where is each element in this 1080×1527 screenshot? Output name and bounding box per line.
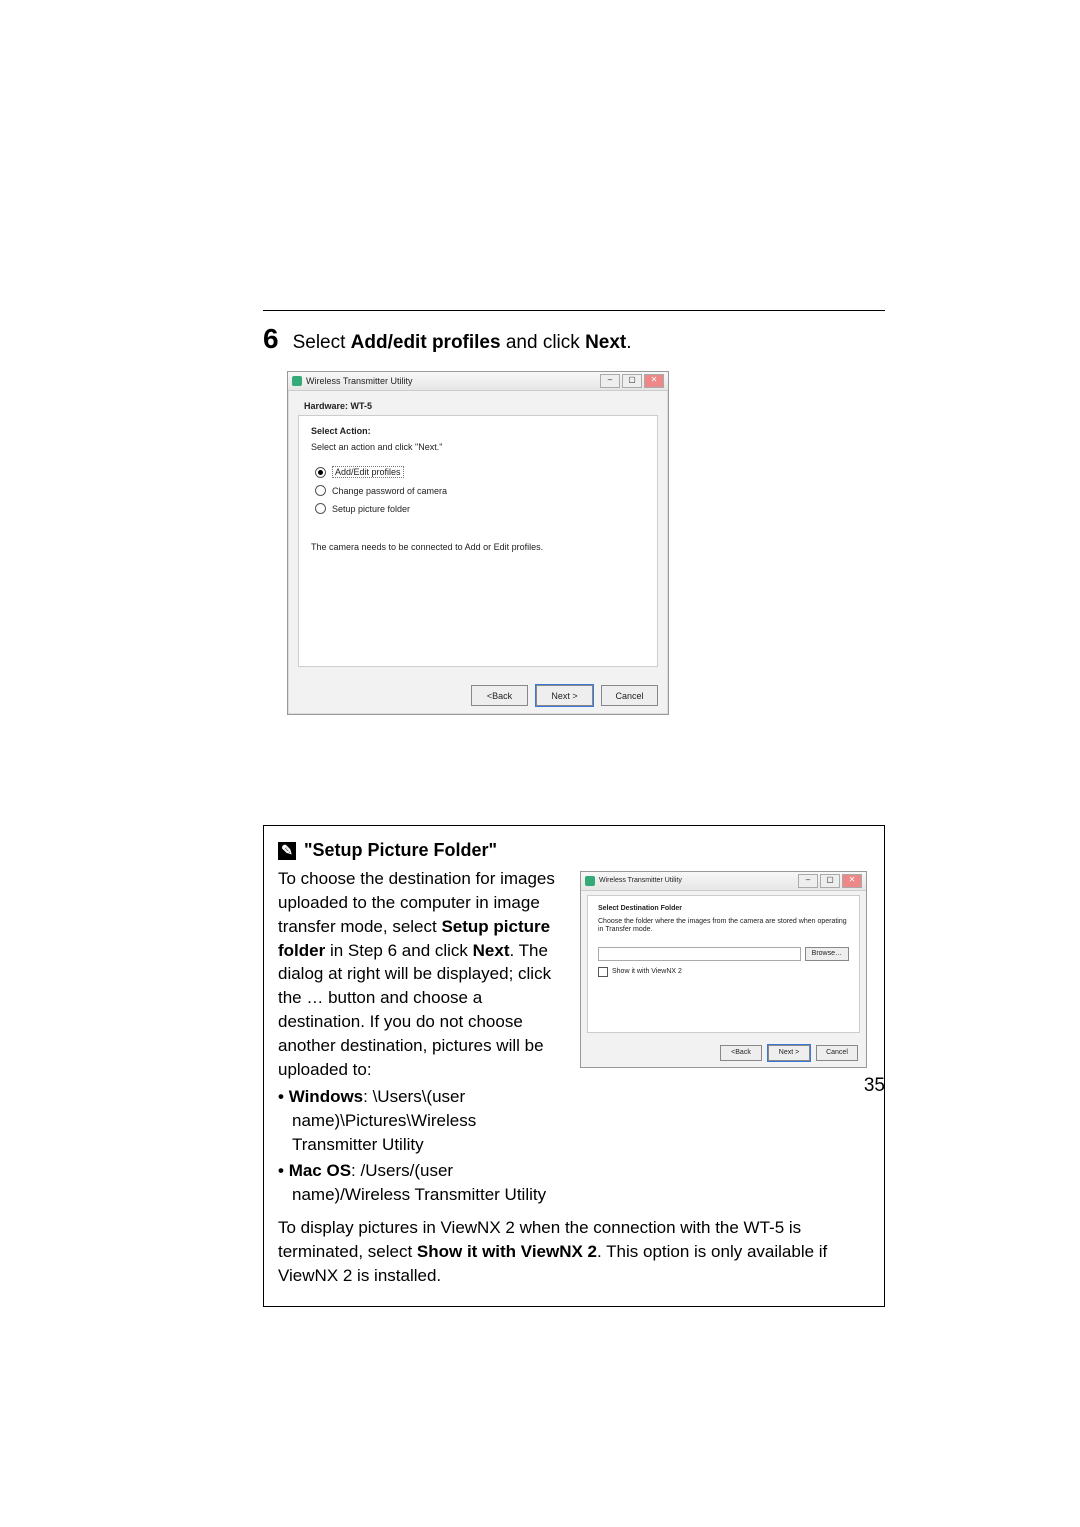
note-text-column: To choose the destination for images upl… (278, 867, 562, 1216)
radio-icon (315, 503, 326, 514)
browse-button[interactable]: Browse… (805, 947, 849, 961)
dialog-title: Wireless Transmitter Utility (599, 876, 682, 886)
back-button[interactable]: <Back (720, 1045, 762, 1061)
wizard-dialog-select-destination: Wireless Transmitter Utility – ▢ ✕ Selec… (580, 871, 867, 1068)
next-button[interactable]: Next > (536, 685, 593, 706)
minimize-button[interactable]: – (798, 874, 818, 888)
hardware-line: Hardware: WT-5 (298, 397, 658, 415)
action-radios: Add/Edit profiles Change password of cam… (315, 466, 645, 514)
next-button[interactable]: Next > (768, 1045, 810, 1061)
minimize-button[interactable]: – (600, 374, 620, 388)
dialog-title: Wireless Transmitter Utility (306, 376, 413, 386)
dialog-titlebar: Wireless Transmitter Utility – ▢ ✕ (288, 372, 668, 391)
radio-setup-picture-folder[interactable]: Setup picture folder (315, 503, 645, 514)
page-number: 35 (864, 1075, 885, 1097)
cancel-button[interactable]: Cancel (601, 685, 658, 706)
list-item-windows: Windows: \Users\(user name)\Pictures\Wir… (278, 1085, 562, 1156)
show-viewnx-checkbox[interactable]: Show it with ViewNX 2 (598, 967, 849, 977)
note-image-column: Wireless Transmitter Utility – ▢ ✕ Selec… (580, 867, 870, 1216)
destination-sub: Choose the folder where the images from … (598, 918, 849, 935)
radio-add-edit-profiles[interactable]: Add/Edit profiles (315, 466, 645, 478)
cancel-button[interactable]: Cancel (816, 1045, 858, 1061)
step-6-heading: 6 Select Add/edit profiles and click Nex… (263, 323, 885, 355)
wizard-dialog-select-action: Wireless Transmitter Utility – ▢ ✕ Hardw… (287, 371, 669, 715)
app-icon (292, 376, 302, 386)
select-action-heading: Select Action: (311, 426, 645, 436)
default-paths-list: Windows: \Users\(user name)\Pictures\Wir… (278, 1085, 562, 1206)
top-rule (263, 310, 885, 311)
step-text: Select Add/edit profiles and click Next. (293, 332, 632, 354)
connection-note: The camera needs to be connected to Add … (311, 542, 645, 552)
checkbox-icon (598, 967, 608, 977)
select-action-sub: Select an action and click "Next." (311, 442, 645, 452)
app-icon (585, 876, 595, 886)
list-item-macos: Mac OS: /Users/(user name)/Wireless Tran… (278, 1159, 562, 1207)
note-icon: ✎ (278, 842, 296, 860)
back-button[interactable]: <Back (471, 685, 528, 706)
destination-path-input[interactable] (598, 947, 801, 961)
radio-change-password[interactable]: Change password of camera (315, 485, 645, 496)
maximize-button[interactable]: ▢ (622, 374, 642, 388)
note-para2: To display pictures in ViewNX 2 when the… (278, 1216, 870, 1287)
destination-heading: Select Destination Folder (598, 904, 849, 914)
setup-picture-folder-note: ✎ "Setup Picture Folder" To choose the d… (263, 825, 885, 1307)
step-number: 6 (263, 323, 279, 355)
radio-icon (315, 485, 326, 496)
close-button[interactable]: ✕ (644, 374, 664, 388)
dialog-titlebar: Wireless Transmitter Utility – ▢ ✕ (581, 872, 866, 891)
note-title: "Setup Picture Folder" (304, 838, 497, 863)
close-button[interactable]: ✕ (842, 874, 862, 888)
radio-icon (315, 467, 326, 478)
maximize-button[interactable]: ▢ (820, 874, 840, 888)
